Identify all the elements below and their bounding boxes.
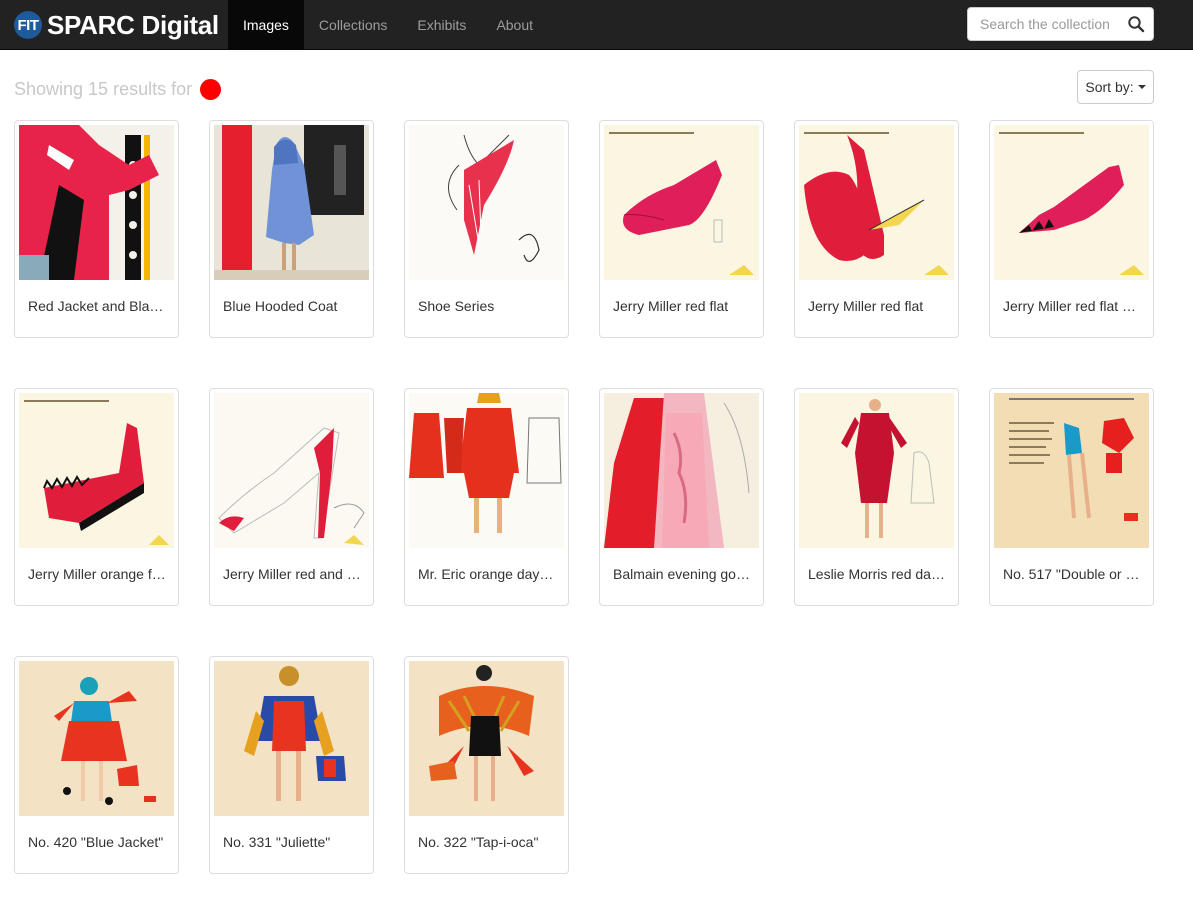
thumbnail-image bbox=[214, 393, 369, 548]
thumbnail-image bbox=[604, 393, 759, 548]
thumbnail-image bbox=[994, 393, 1149, 548]
item-caption[interactable]: Shoe Series bbox=[418, 298, 556, 314]
thumbnail-image bbox=[604, 125, 759, 280]
nav-about[interactable]: About bbox=[481, 0, 548, 49]
item-caption[interactable]: Jerry Miller red and whit... bbox=[223, 566, 361, 582]
item-caption[interactable]: Jerry Miller red flat bbox=[613, 298, 751, 314]
nav-exhibits[interactable]: Exhibits bbox=[402, 0, 481, 49]
item-caption[interactable]: Jerry Miller orange flat bbox=[28, 566, 166, 582]
result-card[interactable]: Jerry Miller red flat bbox=[794, 120, 959, 338]
sort-button[interactable]: Sort by: bbox=[1077, 70, 1154, 104]
item-caption[interactable]: No. 322 "Tap-i-oca" bbox=[418, 834, 556, 850]
navbar: FIT SPARC Digital Images Collections Exh… bbox=[0, 0, 1193, 50]
thumbnail-image bbox=[799, 393, 954, 548]
sort-label: Sort by: bbox=[1085, 79, 1134, 95]
result-card[interactable]: Jerry Miller red flat with ... bbox=[989, 120, 1154, 338]
result-card[interactable]: Balmain evening gown ... bbox=[599, 388, 764, 606]
result-card[interactable]: No. 517 "Double or Noth... bbox=[989, 388, 1154, 606]
nav-images[interactable]: Images bbox=[228, 0, 304, 49]
item-caption[interactable]: Leslie Morris red day dr... bbox=[808, 566, 946, 582]
result-card[interactable]: Jerry Miller red and whit... bbox=[209, 388, 374, 606]
result-card[interactable]: No. 331 "Juliette" bbox=[209, 656, 374, 874]
item-caption[interactable]: Jerry Miller red flat with ... bbox=[1003, 298, 1141, 314]
item-caption[interactable]: Blue Hooded Coat bbox=[223, 298, 361, 314]
thumbnail-image bbox=[19, 393, 174, 548]
search-box bbox=[967, 7, 1154, 41]
results-count-text: Showing 15 results for bbox=[14, 79, 193, 99]
search-input[interactable] bbox=[968, 8, 1123, 40]
thumbnail-image bbox=[409, 393, 564, 548]
item-caption[interactable]: No. 331 "Juliette" bbox=[223, 834, 361, 850]
result-card[interactable]: Jerry Miller red flat bbox=[599, 120, 764, 338]
thumbnail-image bbox=[19, 661, 174, 816]
thumbnail-image bbox=[799, 125, 954, 280]
result-card[interactable]: Blue Hooded Coat bbox=[209, 120, 374, 338]
item-caption[interactable]: Red Jacket and Black P... bbox=[28, 298, 166, 314]
brand-link[interactable]: FIT SPARC Digital bbox=[14, 8, 219, 42]
item-caption[interactable]: No. 517 "Double or Noth... bbox=[1003, 566, 1141, 582]
result-card[interactable]: Leslie Morris red day dr... bbox=[794, 388, 959, 606]
result-card[interactable]: No. 420 "Blue Jacket" bbox=[14, 656, 179, 874]
result-card[interactable]: Mr. Eric orange day dres... bbox=[404, 388, 569, 606]
brand-name: SPARC Digital bbox=[47, 9, 219, 40]
thumbnail-image bbox=[409, 125, 564, 280]
thumbnail-image bbox=[409, 661, 564, 816]
color-filter-swatch[interactable] bbox=[200, 79, 222, 100]
thumbnail-image bbox=[214, 661, 369, 816]
search-icon[interactable] bbox=[1127, 15, 1145, 33]
result-card[interactable]: Jerry Miller orange flat bbox=[14, 388, 179, 606]
result-card[interactable]: Shoe Series bbox=[404, 120, 569, 338]
item-caption[interactable]: Mr. Eric orange day dres... bbox=[418, 566, 556, 582]
result-card[interactable]: Red Jacket and Black P... bbox=[14, 120, 179, 338]
item-caption[interactable]: No. 420 "Blue Jacket" bbox=[28, 834, 166, 850]
results-header: Showing 15 results for bbox=[14, 79, 222, 100]
main-nav: Images Collections Exhibits About bbox=[228, 0, 548, 49]
item-caption[interactable]: Jerry Miller red flat bbox=[808, 298, 946, 314]
fit-logo: FIT bbox=[14, 11, 42, 39]
caret-down-icon bbox=[1137, 85, 1146, 89]
result-card[interactable]: No. 322 "Tap-i-oca" bbox=[404, 656, 569, 874]
nav-collections[interactable]: Collections bbox=[304, 0, 402, 49]
thumbnail-image bbox=[214, 125, 369, 280]
thumbnail-image bbox=[994, 125, 1149, 280]
item-caption[interactable]: Balmain evening gown ... bbox=[613, 566, 751, 582]
thumbnail-image bbox=[19, 125, 174, 280]
